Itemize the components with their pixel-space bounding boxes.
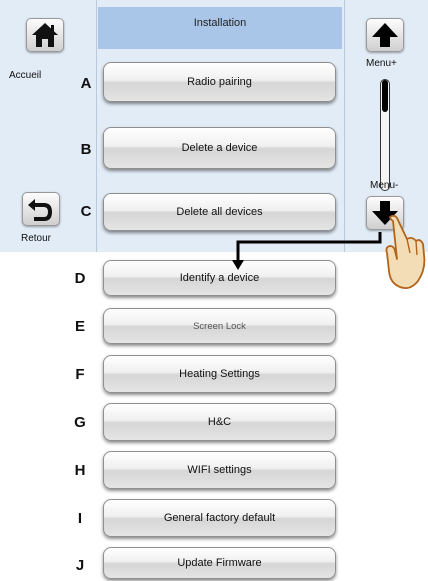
pointing-hand-icon [385,214,426,290]
scroll-indicator-arrow [232,232,382,270]
connector-line [236,232,382,262]
connector-arrowhead [232,260,244,270]
